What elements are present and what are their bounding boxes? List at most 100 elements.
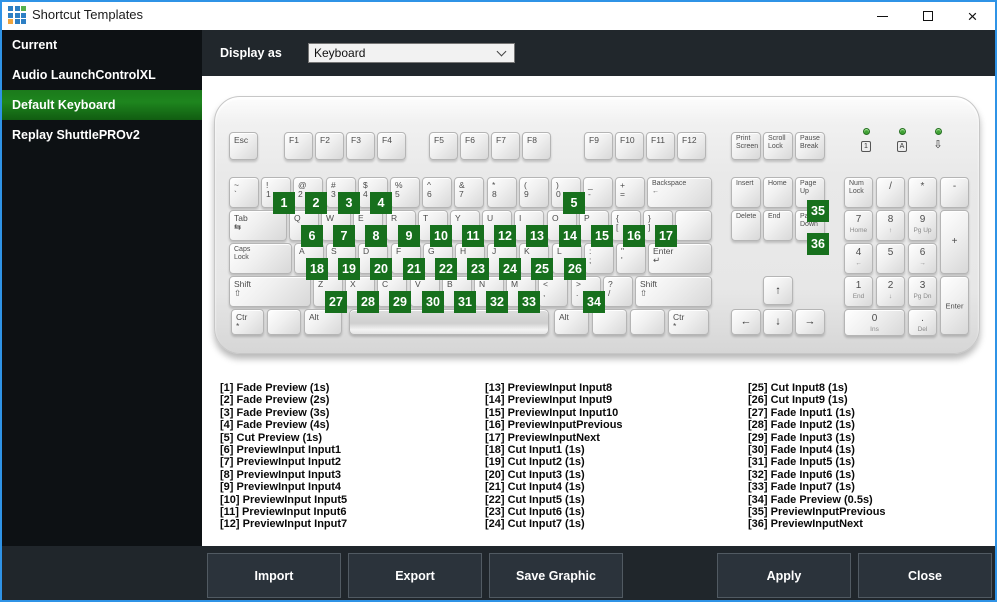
shortcut-badge-21: 21 <box>403 258 425 280</box>
key-y: Y 11 <box>450 210 484 247</box>
apply-button[interactable]: Apply <box>717 553 851 598</box>
legend-entry: [32] Fade Input6 (1s) <box>748 468 855 481</box>
titlebar: Shortcut Templates × <box>0 0 997 30</box>
shortcut-badge-30: 30 <box>422 291 444 313</box>
key-np-6: 6 → <box>908 243 937 274</box>
shortcut-badge-36: 36 <box>807 233 829 255</box>
legend-entry: [25] Cut Input8 (1s) <box>748 382 848 394</box>
display-as-value: Keyboard <box>314 46 366 60</box>
legend-entry: [15] PreviewInput Input10 <box>485 406 619 419</box>
key-p: P 15 <box>579 210 613 247</box>
shortcut-badge-17: 17 <box>655 225 677 247</box>
key-arrow-left: ← <box>731 309 761 335</box>
legend-entry: [19] Cut Input2 (1s) <box>485 456 585 469</box>
chevron-down-icon <box>496 46 507 56</box>
key-e: E8 <box>353 210 387 247</box>
key-np-5: 5 <box>876 243 905 274</box>
key-u: U 12 <box>482 210 516 247</box>
key-9: (9 <box>519 177 549 208</box>
shortcut-badge-3: 3 <box>338 192 360 214</box>
legend-entry: [35] PreviewInputPrevious <box>748 506 886 519</box>
key-k: K 25 <box>519 243 553 280</box>
key-f8: F8 <box>522 132 551 160</box>
sidebar: Current Audio LaunchControlXL Default Keyb… <box>0 30 202 546</box>
legend-entry: [21] Cut Input4 (1s) <box>485 481 585 494</box>
key-m: M 33 <box>506 276 540 313</box>
legend-entry: [17] PreviewInputNext <box>485 431 600 444</box>
minimize-icon <box>877 15 888 17</box>
legend-entry: [14] PreviewInput Input9 <box>485 394 613 407</box>
key-comma: <, <box>538 276 568 307</box>
legend-entry: [13] PreviewInput Input8 <box>485 382 613 394</box>
legend-entry: [10] PreviewInput Input5 <box>220 493 348 506</box>
key-z: Z 27 <box>313 276 347 313</box>
shortcut-badge-11: 11 <box>462 225 484 247</box>
legend-entry: [4] Fade Preview (4s) <box>220 419 330 432</box>
legend-column-3: [25] Cut Input8 (1s) [26] Cut Input9 (1s)… <box>748 382 997 531</box>
close-button[interactable]: × <box>950 2 995 30</box>
sidebar-item-default-keyboard[interactable]: Default Keyboard <box>0 90 202 120</box>
close-icon: × <box>967 6 978 26</box>
key-semicolon: :; <box>584 243 614 274</box>
key-caps-lock: Caps Lock <box>229 243 292 274</box>
led-dot <box>898 128 906 135</box>
key-rbracket: }] 17 <box>643 210 677 247</box>
export-button[interactable]: Export <box>348 553 482 598</box>
shortcut-badge-27: 27 <box>325 291 347 313</box>
key-page-up: Page Up 35 <box>795 177 829 222</box>
close-button[interactable]: Close <box>858 553 992 598</box>
shortcut-badge-26: 26 <box>564 258 586 280</box>
key-5: % 5 <box>390 177 420 208</box>
shortcut-badge-12: 12 <box>494 225 516 247</box>
key-insert: Insert <box>731 177 761 208</box>
maximize-button[interactable] <box>905 2 950 30</box>
key-arrow-down: ↓ <box>763 309 793 335</box>
legend-entry: [20] Cut Input3 (1s) <box>485 468 585 481</box>
window-controls: × <box>860 2 995 30</box>
key-equals: + = <box>615 177 645 208</box>
shortcut-badge-4: 4 <box>370 192 392 214</box>
shortcut-badge-24: 24 <box>499 258 521 280</box>
key-np-1: 1 End <box>844 276 873 307</box>
shortcut-badge-15: 15 <box>591 225 613 247</box>
key-np-8: 8 ↑ <box>876 210 905 241</box>
sidebar-item-audio-launchcontrolxl[interactable]: Audio LaunchControlXL <box>0 60 202 90</box>
key-a: A 18 <box>294 243 328 280</box>
legend-entry: [18] Cut Input1 (1s) <box>485 444 585 457</box>
legend-entry: [36] PreviewInputNext <box>748 518 863 531</box>
key-menu <box>630 309 665 335</box>
save-graphic-button[interactable]: Save Graphic <box>489 553 623 598</box>
key-lwin <box>267 309 301 335</box>
sidebar-item-current[interactable]: Current <box>0 30 202 60</box>
key-7: & 7 <box>454 177 484 208</box>
sidebar-item-replay-shuttleprov2[interactable]: Replay ShuttlePROv2 <box>0 120 202 150</box>
key-lshift: Shift ⇧ <box>229 276 311 307</box>
legend-entry: [12] PreviewInput Input7 <box>220 518 348 531</box>
import-button[interactable]: Import <box>207 553 341 598</box>
key-s: S 19 <box>326 243 360 280</box>
legend-entry: [11] PreviewInput Input6 <box>220 506 347 519</box>
display-as-dropdown[interactable]: Keyboard <box>308 43 515 63</box>
key-np-4: 4 ← <box>844 243 873 274</box>
legend-entry: [27] Fade Input1 (1s) <box>748 406 855 419</box>
shortcut-badge-22: 22 <box>435 258 457 280</box>
footer-bar: Import Export Save Graphic Apply Close <box>0 546 997 602</box>
key-np-multiply: * <box>908 177 937 208</box>
topbar: Display as Keyboard <box>202 30 997 76</box>
legend-entry: [34] Fade Preview (0.5s) <box>748 493 873 506</box>
legend-entry: [23] Cut Input6 (1s) <box>485 506 585 519</box>
minimize-button[interactable] <box>860 2 905 30</box>
led-dot <box>934 128 942 135</box>
key-num-lock: Num Lock <box>844 177 873 208</box>
key-6: ^ 6 <box>422 177 452 208</box>
key-f10: F10 <box>615 132 644 160</box>
key-g: G 22 <box>423 243 457 280</box>
key-x: X 28 <box>345 276 379 313</box>
key-rctrl: Ctr * <box>668 309 709 335</box>
key-scroll-lock: Scroll Lock <box>763 132 793 160</box>
legend-entry: [2] Fade Preview (2s) <box>220 394 330 407</box>
key-f9: F9 <box>584 132 613 160</box>
key-np-3: 3 Pg Dn <box>908 276 937 307</box>
key-np-2: 2 ↓ <box>876 276 905 307</box>
key-o: O 14 <box>547 210 581 247</box>
